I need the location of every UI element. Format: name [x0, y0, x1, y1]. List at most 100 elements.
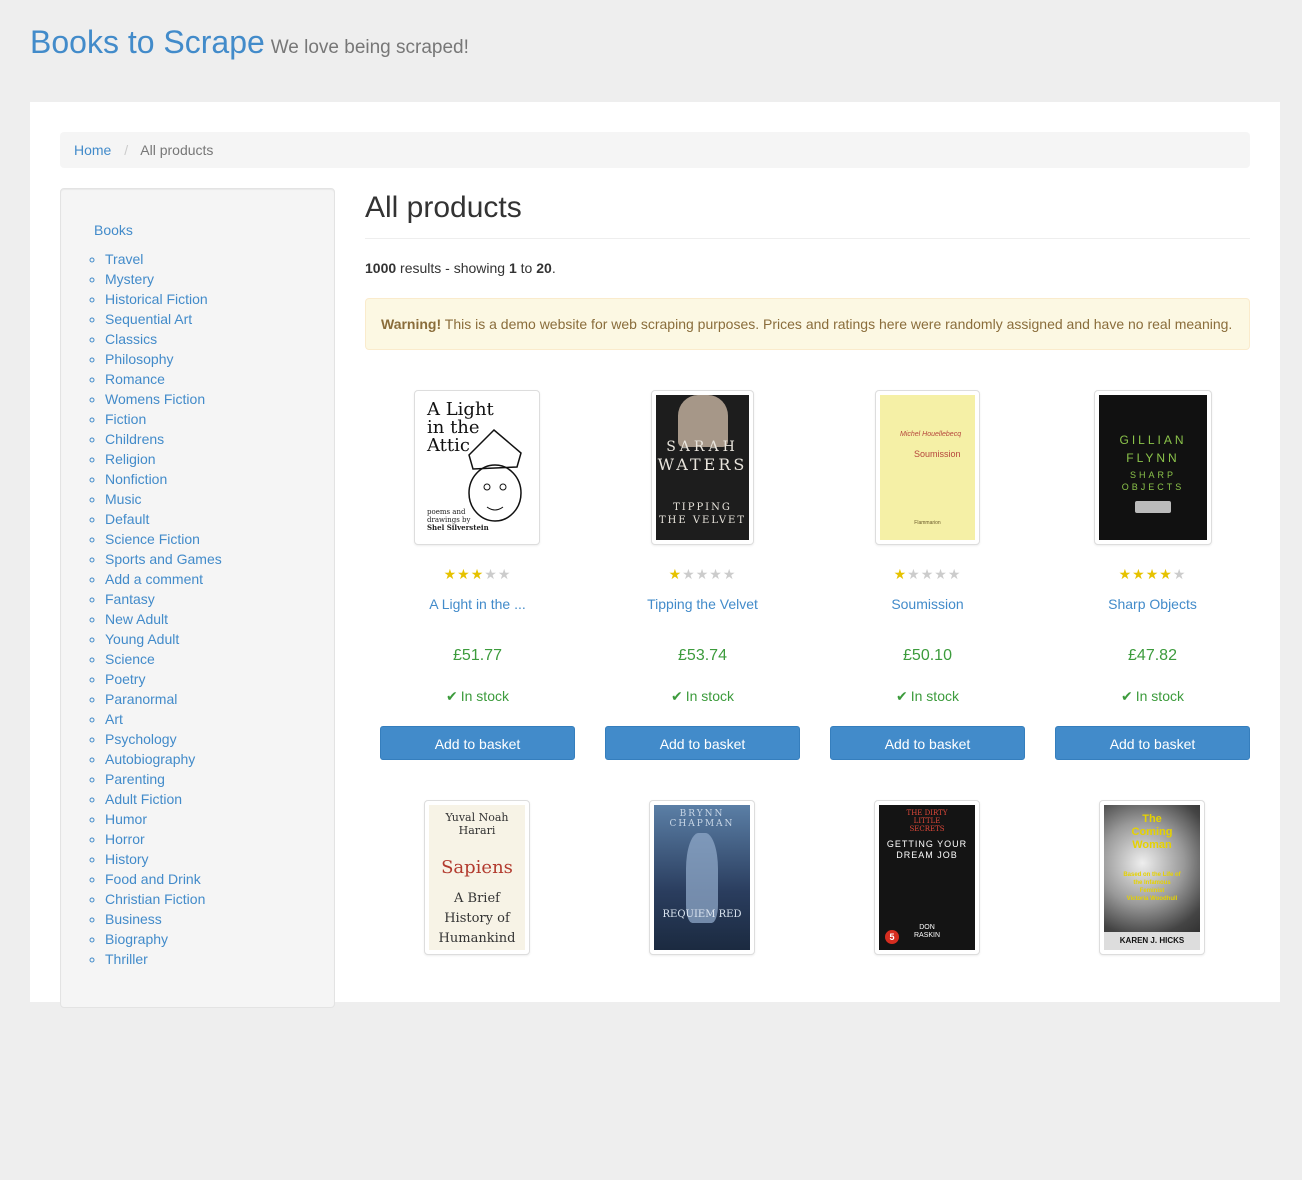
- breadcrumb-current: All products: [140, 142, 214, 158]
- product-price: £47.82: [1128, 647, 1177, 664]
- category-link[interactable]: Philosophy: [105, 351, 174, 367]
- category-link[interactable]: Music: [105, 491, 142, 507]
- product-title-link[interactable]: Sharp Objects: [1040, 596, 1265, 612]
- availability: ✔ In stock: [1121, 688, 1184, 704]
- category-link[interactable]: Biography: [105, 931, 168, 947]
- category-link[interactable]: Art: [105, 711, 123, 727]
- product-thumbnail[interactable]: Michel Houellebecq Soumission Flammarion: [875, 390, 980, 545]
- category-link[interactable]: New Adult: [105, 611, 168, 627]
- category-item: Science Fiction: [105, 529, 222, 549]
- category-item: Autobiography: [105, 749, 222, 769]
- category-item: Womens Fiction: [105, 389, 222, 409]
- category-item: New Adult: [105, 609, 222, 629]
- category-link[interactable]: Poetry: [105, 671, 145, 687]
- product-thumbnail[interactable]: The Coming Woman Based on the Life of the I…: [1099, 800, 1205, 955]
- category-link[interactable]: Default: [105, 511, 149, 527]
- category-item: Business: [105, 909, 222, 929]
- category-item: Biography: [105, 929, 222, 949]
- availability: ✔ In stock: [896, 688, 959, 704]
- add-to-basket-button[interactable]: Add to basket: [380, 726, 575, 760]
- category-link[interactable]: History: [105, 851, 149, 867]
- category-link[interactable]: Historical Fiction: [105, 291, 208, 307]
- category-link[interactable]: Parenting: [105, 771, 165, 787]
- product-card: GILLIAN FLYNN SHARP OBJECTS ★★★★★ Sharp Ob…: [1040, 390, 1265, 770]
- book-cover-image: Michel Houellebecq Soumission Flammarion: [880, 395, 975, 540]
- category-link[interactable]: Add a comment: [105, 571, 203, 587]
- category-item: Humor: [105, 809, 222, 829]
- category-item: Fantasy: [105, 589, 222, 609]
- category-item: Historical Fiction: [105, 289, 222, 309]
- category-link[interactable]: Childrens: [105, 431, 164, 447]
- product-title-link[interactable]: Soumission: [815, 596, 1040, 612]
- category-link[interactable]: Autobiography: [105, 751, 195, 767]
- category-list: Travel Mystery Historical Fiction Sequentia…: [61, 249, 222, 969]
- category-link[interactable]: Nonfiction: [105, 471, 167, 487]
- brand-link[interactable]: Books to Scrape: [30, 24, 265, 60]
- star-icon: ★: [1118, 566, 1133, 582]
- category-link[interactable]: Mystery: [105, 271, 154, 287]
- category-item: Horror: [105, 829, 222, 849]
- category-item: Romance: [105, 369, 222, 389]
- main-content: All products 1000 results - showing 1 to…: [365, 188, 1250, 955]
- category-link[interactable]: Science: [105, 651, 155, 667]
- availability: ✔ In stock: [671, 688, 734, 704]
- product-thumbnail[interactable]: BRYNN CHAPMAN REQUIEM RED: [649, 800, 755, 955]
- category-link[interactable]: Fiction: [105, 411, 146, 427]
- product-thumbnail[interactable]: THE DIRTY LITTLE SECRETS GETTING YOUR DREAM…: [874, 800, 980, 955]
- add-to-basket-button[interactable]: Add to basket: [605, 726, 800, 760]
- category-item: Parenting: [105, 769, 222, 789]
- category-link[interactable]: Religion: [105, 451, 156, 467]
- product-thumbnail[interactable]: SARAH WATERS TIPPING THE VELVET: [651, 390, 754, 545]
- category-link[interactable]: Sequential Art: [105, 311, 192, 327]
- category-link[interactable]: Thriller: [105, 951, 148, 967]
- product-thumbnail[interactable]: GILLIAN FLYNN SHARP OBJECTS: [1094, 390, 1212, 545]
- star-icon: ★: [722, 566, 737, 582]
- add-to-basket-button[interactable]: Add to basket: [1055, 726, 1250, 760]
- category-item: Philosophy: [105, 349, 222, 369]
- category-link[interactable]: Romance: [105, 371, 165, 387]
- warning-label: Warning!: [381, 316, 442, 332]
- category-item: Thriller: [105, 949, 222, 969]
- category-link[interactable]: Adult Fiction: [105, 791, 182, 807]
- warning-message: This is a demo website for web scraping …: [441, 316, 1233, 332]
- breadcrumb-home-link[interactable]: Home: [74, 142, 111, 158]
- star-icon: ★: [668, 566, 683, 582]
- category-root-books[interactable]: Books: [94, 220, 133, 240]
- category-link[interactable]: Christian Fiction: [105, 891, 205, 907]
- breadcrumb-separator: /: [124, 142, 129, 158]
- category-link[interactable]: Sports and Games: [105, 551, 222, 567]
- category-link[interactable]: Science Fiction: [105, 531, 200, 547]
- tagline: We love being scraped!: [270, 37, 469, 58]
- category-link[interactable]: Psychology: [105, 731, 177, 747]
- category-link[interactable]: Fantasy: [105, 591, 155, 607]
- category-link[interactable]: Humor: [105, 811, 147, 827]
- product-thumbnail[interactable]: Yuval Noah Harari Sapiens A Brief History …: [424, 800, 530, 955]
- product-title-link[interactable]: Tipping the Velvet: [590, 596, 815, 612]
- product-card: THE DIRTY LITTLE SECRETS GETTING YOUR DREAM…: [815, 800, 1040, 1180]
- category-link[interactable]: Paranormal: [105, 691, 177, 707]
- book-cover-image: Yuval Noah Harari Sapiens A Brief History …: [429, 805, 525, 950]
- results-to: 20: [536, 260, 552, 276]
- category-link[interactable]: Travel: [105, 251, 143, 267]
- page-title: All products: [365, 189, 1250, 239]
- results-text: to: [516, 260, 537, 276]
- category-link[interactable]: Business: [105, 911, 162, 927]
- product-title-link[interactable]: A Light in the ...: [365, 596, 590, 612]
- category-item: Classics: [105, 329, 222, 349]
- star-rating: ★★★★★: [1040, 566, 1265, 582]
- product-thumbnail[interactable]: A Light in the Attic poems and drawings by S…: [414, 390, 540, 545]
- add-to-basket-button[interactable]: Add to basket: [830, 726, 1025, 760]
- category-link[interactable]: Womens Fiction: [105, 391, 205, 407]
- category-item: Science: [105, 649, 222, 669]
- category-link[interactable]: Young Adult: [105, 631, 179, 647]
- category-link[interactable]: Horror: [105, 831, 145, 847]
- results-text: .: [551, 260, 556, 276]
- product-card: A Light in the Attic poems and drawings by S…: [365, 390, 590, 770]
- star-icon: ★: [1145, 566, 1160, 582]
- category-item: Music: [105, 489, 222, 509]
- category-link[interactable]: Classics: [105, 331, 157, 347]
- star-icon: ★: [695, 566, 710, 582]
- results-text: results - showing: [396, 260, 509, 276]
- book-cover-image: THE DIRTY LITTLE SECRETS GETTING YOUR DREAM…: [879, 805, 975, 950]
- category-link[interactable]: Food and Drink: [105, 871, 201, 887]
